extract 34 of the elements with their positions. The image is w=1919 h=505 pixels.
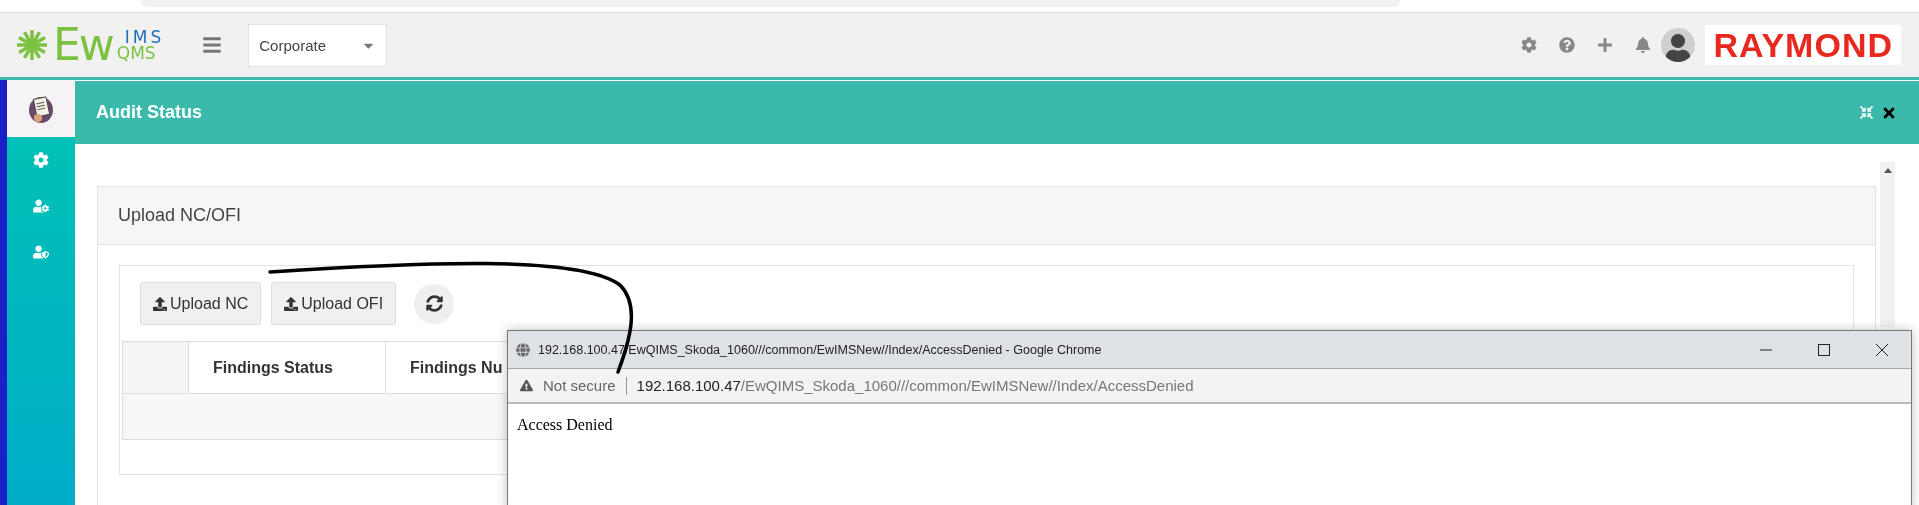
page-text: Access Denied bbox=[516, 415, 614, 435]
upload-button[interactable]: Upload NC bbox=[140, 282, 262, 325]
refresh-icon bbox=[425, 295, 443, 312]
globe-icon bbox=[516, 342, 530, 357]
settings-icon[interactable] bbox=[1521, 37, 1538, 53]
scrollbar[interactable] bbox=[1880, 162, 1895, 327]
maximize-icon bbox=[1817, 342, 1831, 357]
sidebar-item[interactable] bbox=[7, 80, 75, 137]
minimize-icon bbox=[1759, 348, 1773, 351]
warning-icon bbox=[520, 379, 533, 392]
logo-text: QMS bbox=[116, 45, 157, 62]
upload-icon bbox=[153, 296, 167, 311]
document-icon bbox=[28, 93, 54, 124]
panel-title: Audit Status bbox=[96, 102, 202, 123]
users-gear-icon[interactable] bbox=[33, 198, 49, 214]
close-icon bbox=[1875, 342, 1889, 357]
menu-icon[interactable] bbox=[202, 35, 223, 55]
logo-icon bbox=[15, 28, 49, 62]
avatar[interactable] bbox=[1661, 28, 1696, 62]
help-icon[interactable] bbox=[1559, 37, 1576, 53]
card-title: Upload NC/OFI bbox=[118, 205, 242, 226]
plus-icon[interactable] bbox=[1597, 37, 1614, 53]
security-label: Not secure bbox=[543, 377, 616, 394]
bell-icon[interactable] bbox=[1635, 37, 1652, 53]
compress-icon[interactable] bbox=[1860, 106, 1873, 119]
site-select[interactable]: Corporate bbox=[248, 23, 388, 67]
brand-logo: RAYMOND bbox=[1705, 25, 1901, 65]
upload-icon bbox=[284, 296, 299, 311]
settings-icon[interactable] bbox=[33, 152, 49, 168]
logo-text: Ew bbox=[53, 23, 113, 67]
logo-text: IMS bbox=[124, 28, 165, 45]
column-header: Findings Status bbox=[189, 342, 386, 393]
user-shield-icon[interactable] bbox=[33, 244, 49, 260]
upload-button[interactable]: Upload OFI bbox=[271, 282, 397, 325]
